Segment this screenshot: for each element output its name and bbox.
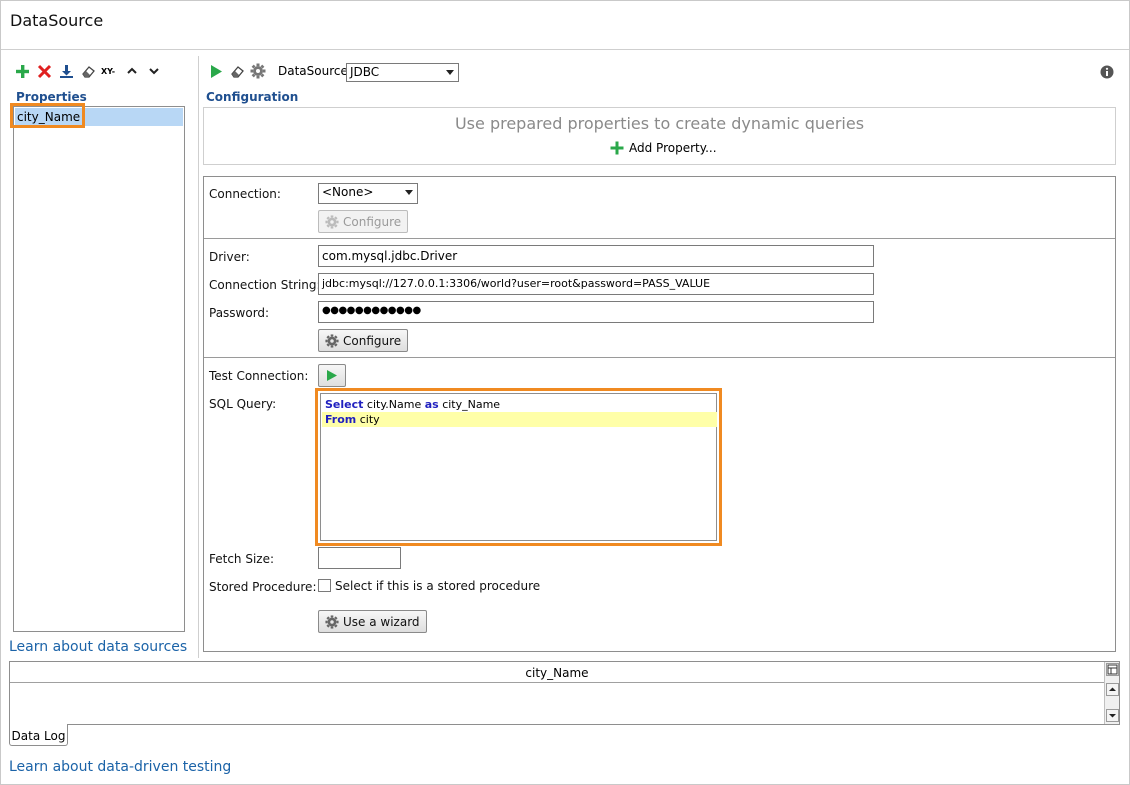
xy-button[interactable]: XY- bbox=[101, 67, 119, 76]
test-connection-button[interactable] bbox=[318, 364, 346, 387]
fetch-size-label: Fetch Size: bbox=[209, 552, 275, 566]
sql-query-label: SQL Query: bbox=[209, 397, 277, 411]
sql-keyword: as bbox=[424, 398, 439, 411]
scroll-down-icon[interactable] bbox=[1106, 709, 1119, 722]
tab-data-log[interactable]: Data Log bbox=[9, 724, 68, 746]
add-icon bbox=[610, 141, 624, 155]
delete-icon[interactable] bbox=[35, 62, 53, 80]
sql-text: city.Name bbox=[363, 398, 425, 411]
sql-line-current: From city bbox=[322, 412, 717, 427]
chevron-down-icon bbox=[446, 70, 454, 75]
chevron-down-icon bbox=[405, 190, 413, 195]
sql-text: city bbox=[356, 413, 380, 426]
use-wizard-label: Use a wizard bbox=[343, 614, 420, 629]
sql-keyword: From bbox=[325, 413, 357, 426]
vertical-scrollbar[interactable] bbox=[1104, 662, 1119, 724]
sql-line: Select city.Name as city_Name bbox=[322, 397, 717, 412]
test-connection-label: Test Connection: bbox=[209, 369, 309, 383]
driver-label: Driver: bbox=[209, 250, 250, 264]
datasource-select-value: JDBC bbox=[350, 65, 380, 79]
eraser-icon[interactable] bbox=[228, 62, 246, 80]
page-title: DataSource bbox=[10, 11, 104, 30]
selection-highlight bbox=[10, 103, 85, 128]
section-divider bbox=[204, 357, 1115, 358]
connection-string-field[interactable]: jdbc:mysql://127.0.0.1:3306/world?user=r… bbox=[318, 273, 874, 295]
datasource-select[interactable]: JDBC bbox=[346, 63, 459, 82]
connection-configure-label: Configure bbox=[343, 214, 402, 229]
password-configure-label: Configure bbox=[343, 333, 402, 348]
section-divider bbox=[204, 238, 1115, 239]
download-icon[interactable] bbox=[57, 62, 75, 80]
add-property-button[interactable]: Add Property... bbox=[610, 141, 717, 155]
connection-string-label: Connection String: bbox=[209, 278, 321, 292]
connection-label: Connection: bbox=[209, 187, 281, 201]
data-log-grid[interactable]: city_Name bbox=[9, 661, 1120, 725]
gear-icon bbox=[325, 614, 339, 629]
sql-keyword: Select bbox=[325, 398, 364, 411]
gear-icon bbox=[325, 333, 339, 348]
title-divider bbox=[1, 49, 1129, 50]
properties-list[interactable]: city_Name bbox=[13, 106, 185, 632]
sql-query-highlight: Select city.Name as city_Name From city bbox=[315, 388, 722, 546]
column-header-city-name[interactable]: city_Name bbox=[10, 662, 1104, 683]
info-icon[interactable] bbox=[1100, 65, 1114, 82]
stored-procedure-label: Stored Procedure: bbox=[209, 580, 317, 594]
stored-procedure-checkbox[interactable] bbox=[318, 579, 331, 592]
eraser-icon[interactable] bbox=[79, 62, 97, 80]
datasource-toolbar: DataSource: bbox=[207, 62, 352, 80]
sql-query-editor[interactable]: Select city.Name as city_Name From city bbox=[320, 393, 717, 541]
connection-select[interactable]: <None> bbox=[318, 183, 418, 204]
add-property-label: Add Property... bbox=[629, 141, 717, 155]
gear-icon bbox=[325, 214, 339, 229]
configuration-heading: Configuration bbox=[206, 90, 299, 104]
chevron-down-icon[interactable] bbox=[145, 62, 163, 80]
driver-field[interactable]: com.mysql.jdbc.Driver bbox=[318, 245, 874, 267]
connection-configure-button[interactable]: Configure bbox=[318, 210, 409, 233]
add-icon[interactable] bbox=[13, 62, 31, 80]
use-wizard-button[interactable]: Use a wizard bbox=[318, 610, 427, 633]
dynamic-properties-hint: Use prepared properties to create dynami… bbox=[454, 114, 865, 133]
stored-procedure-checkbox-label[interactable]: Select if this is a stored procedure bbox=[335, 579, 540, 593]
scroll-up-icon[interactable] bbox=[1106, 683, 1119, 696]
sql-text: city_Name bbox=[438, 398, 501, 411]
play-icon bbox=[327, 370, 337, 381]
connection-select-value: <None> bbox=[322, 185, 374, 199]
password-field[interactable]: ●●●●●●●●●●●● bbox=[318, 301, 874, 323]
column-chooser-icon[interactable] bbox=[1106, 663, 1119, 676]
learn-data-driven-testing-link[interactable]: Learn about data-driven testing bbox=[9, 759, 231, 775]
password-configure-button[interactable]: Configure bbox=[318, 329, 409, 352]
gear-icon[interactable] bbox=[249, 62, 267, 80]
play-icon[interactable] bbox=[207, 62, 225, 80]
properties-heading: Properties bbox=[16, 90, 87, 104]
learn-data-sources-link[interactable]: Learn about data sources bbox=[9, 639, 187, 655]
password-label: Password: bbox=[209, 306, 270, 320]
fetch-size-field[interactable] bbox=[318, 547, 401, 569]
properties-toolbar: XY- bbox=[13, 62, 163, 80]
datasource-label: DataSource: bbox=[278, 64, 352, 78]
chevron-up-icon[interactable] bbox=[123, 62, 141, 80]
panel-divider bbox=[198, 56, 199, 658]
